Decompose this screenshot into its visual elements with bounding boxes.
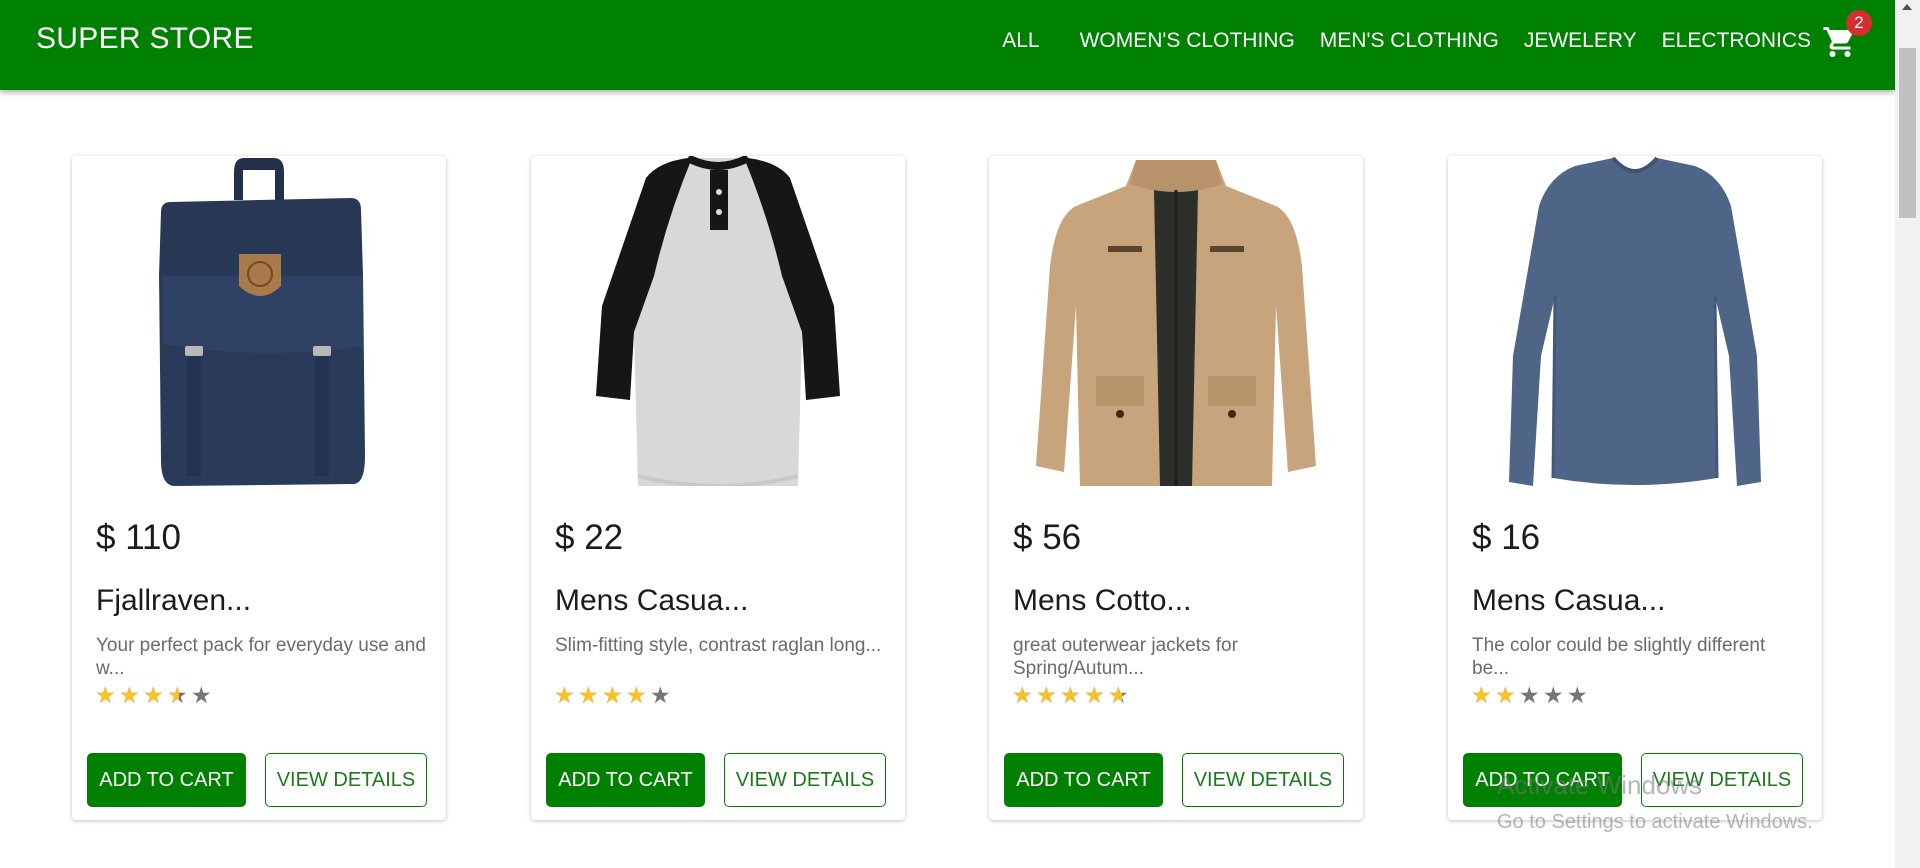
star-icon: ★★	[578, 682, 599, 708]
star-icon: ★★	[119, 682, 140, 708]
nav-item-all[interactable]: ALL	[1002, 29, 1039, 53]
view-details-button[interactable]: VIEW DETAILS	[265, 753, 427, 807]
star-icon: ★★	[1519, 682, 1540, 708]
product-title: Mens Cotto...	[1013, 584, 1192, 617]
scroll-up-arrow-icon[interactable]	[1902, 4, 1912, 10]
product-price: $ 56	[1013, 518, 1082, 557]
star-icon: ★★	[1084, 682, 1105, 708]
product-description: The color could be slightly different be…	[1472, 635, 1766, 679]
nav-item-electronics[interactable]: ELECTRONICS	[1662, 29, 1811, 53]
star-icon: ★★	[1543, 682, 1564, 708]
star-icon: ★★	[1108, 682, 1129, 708]
cart-count-badge: 2	[1846, 10, 1872, 36]
app: SUPER STORE ALL WOMEN'S CLOTHING MEN'S C…	[0, 0, 1920, 868]
star-icon: ★★	[95, 682, 116, 708]
star-icon: ★★	[1471, 682, 1492, 708]
page-scrollbar[interactable]	[1895, 0, 1920, 868]
star-icon: ★★	[554, 682, 575, 708]
product-card: $ 56 Mens Cotto... great outerwear jacke…	[989, 156, 1363, 820]
product-image-cotton-jacket[interactable]	[989, 156, 1363, 486]
category-nav: ALL WOMEN'S CLOTHING MEN'S CLOTHING JEWE…	[1002, 29, 1811, 53]
product-card: $ 22 Mens Casua... Slim-fitting style, c…	[531, 156, 905, 820]
view-details-button[interactable]: VIEW DETAILS	[724, 753, 886, 807]
star-icon: ★★	[191, 682, 212, 708]
nav-item-mens-clothing[interactable]: MEN'S CLOTHING	[1320, 29, 1499, 53]
star-icon: ★★	[1495, 682, 1516, 708]
nav-item-womens-clothing[interactable]: WOMEN'S CLOTHING	[1080, 29, 1295, 53]
nav-item-jewelery[interactable]: JEWELERY	[1524, 29, 1637, 53]
star-icon: ★★	[143, 682, 164, 708]
product-card: $ 16 Mens Casua... The color could be sl…	[1448, 156, 1822, 820]
brand-logo[interactable]: SUPER STORE	[36, 22, 254, 56]
product-image-backpack[interactable]	[72, 156, 446, 486]
star-icon: ★★	[1036, 682, 1057, 708]
scrollbar-thumb[interactable]	[1899, 48, 1916, 218]
star-icon: ★★	[650, 682, 671, 708]
star-icon: ★★	[602, 682, 623, 708]
product-title: Mens Casua...	[1472, 584, 1666, 617]
product-price: $ 22	[555, 518, 624, 557]
star-icon: ★★	[626, 682, 647, 708]
add-to-cart-button[interactable]: ADD TO CART	[1004, 753, 1163, 807]
rating-stars: ★★★★★★★★★★	[1471, 684, 1590, 707]
top-app-bar: SUPER STORE ALL WOMEN'S CLOTHING MEN'S C…	[0, 0, 1895, 90]
product-image-raglan-shirt[interactable]	[531, 156, 905, 486]
product-image-long-sleeve-shirt[interactable]	[1448, 156, 1822, 486]
view-details-button[interactable]: VIEW DETAILS	[1641, 753, 1803, 807]
star-icon: ★★	[1060, 682, 1081, 708]
product-description: great outerwear jackets for Spring/Autum…	[1013, 635, 1238, 679]
star-icon: ★★	[1012, 682, 1033, 708]
rating-stars: ★★★★★★★★★★	[1012, 684, 1131, 707]
add-to-cart-button[interactable]: ADD TO CART	[1463, 753, 1622, 807]
product-title: Mens Casua...	[555, 584, 749, 617]
product-title: Fjallraven...	[96, 584, 252, 617]
add-to-cart-button[interactable]: ADD TO CART	[546, 753, 705, 807]
rating-stars: ★★★★★★★★★★	[554, 684, 673, 707]
star-icon: ★★	[167, 682, 188, 708]
view-details-button[interactable]: VIEW DETAILS	[1182, 753, 1344, 807]
product-price: $ 110	[96, 518, 181, 557]
product-description: Your perfect pack for everyday use and w…	[96, 635, 426, 679]
product-description: Slim-fitting style, contrast raglan long…	[555, 635, 882, 656]
star-icon: ★★	[1567, 682, 1588, 708]
rating-stars: ★★★★★★★★★★	[95, 684, 214, 707]
add-to-cart-button[interactable]: ADD TO CART	[87, 753, 246, 807]
product-card: $ 110 Fjallraven... Your perfect pack fo…	[72, 156, 446, 820]
product-price: $ 16	[1472, 518, 1541, 557]
